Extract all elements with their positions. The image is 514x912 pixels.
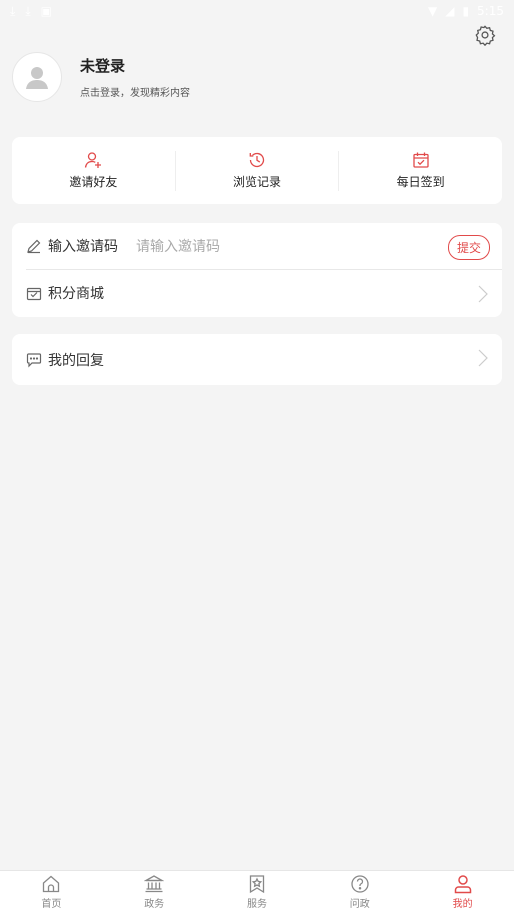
- login-hint: 点击登录，发现精彩内容: [80, 88, 190, 99]
- invite-code-label: 输入邀请码: [48, 239, 118, 255]
- browse-history-button[interactable]: 浏览记录: [174, 150, 339, 191]
- chat-bubble-icon: [26, 352, 42, 368]
- my-replies-label: 我的回复: [48, 352, 104, 369]
- tab-services-label: 服务: [246, 898, 267, 910]
- tab-government[interactable]: 政务: [103, 871, 206, 912]
- tab-mine-label: 我的: [452, 898, 473, 910]
- daily-checkin-button[interactable]: 每日签到: [338, 150, 502, 191]
- download-icon: ⤓: [25, 3, 31, 18]
- invite-points-card: 输入邀请码 请输入邀请码 提交 积分商城: [12, 223, 502, 317]
- submit-invite-code-button[interactable]: 提交: [447, 235, 490, 260]
- invite-friends-button[interactable]: 邀请好友: [12, 151, 175, 191]
- default-avatar-icon: [26, 67, 48, 89]
- shopping-bag-icon: [26, 285, 42, 301]
- home-icon: [43, 875, 60, 892]
- invite-code-row: 输入邀请码 请输入邀请码 提交: [12, 223, 502, 269]
- tab-government-label: 政务: [144, 898, 165, 910]
- replies-card: 我的回复: [12, 334, 502, 385]
- signal-icon: ◢: [445, 4, 455, 18]
- tab-home[interactable]: 首页: [0, 871, 103, 912]
- daily-checkin-label: 每日签到: [396, 175, 445, 189]
- profile-header[interactable]: 未登录 点击登录，发现精彩内容: [12, 52, 190, 102]
- battery-icon: ▮: [462, 4, 470, 18]
- invite-code-input[interactable]: 请输入邀请码: [136, 236, 220, 256]
- pencil-icon: [26, 238, 42, 254]
- login-status: 未登录: [80, 57, 126, 75]
- status-bar: ⤓ ⤓ ▣ ▼ ◢ ▮ 5:15: [0, 0, 514, 22]
- avatar[interactable]: [12, 52, 62, 102]
- download-icon: ⤓: [10, 3, 16, 18]
- bookmark-star-icon: [249, 874, 265, 893]
- question-circle-icon: [351, 874, 369, 893]
- bottom-tab-bar: 首页 政务 服务 问政 我的: [0, 870, 514, 912]
- settings-gear-icon[interactable]: [474, 24, 496, 47]
- tab-home-label: 首页: [41, 898, 62, 910]
- quick-actions-card: 邀请好友 浏览记录 每日签到: [12, 137, 502, 204]
- add-user-icon: [85, 152, 102, 168]
- chevron-right-icon: [478, 349, 488, 371]
- history-clock-icon: [249, 152, 265, 168]
- status-time: 5:15: [477, 4, 504, 18]
- app-notification-icon: ▣: [40, 3, 52, 18]
- tab-inquiry[interactable]: 问政: [308, 871, 411, 912]
- my-replies-row[interactable]: 我的回复: [12, 334, 502, 385]
- browse-history-label: 浏览记录: [233, 175, 282, 189]
- user-icon: [454, 874, 471, 893]
- chevron-right-icon: [478, 285, 488, 307]
- wifi-icon: ▼: [427, 4, 438, 18]
- tab-services[interactable]: 服务: [206, 871, 309, 912]
- points-mall-label: 积分商城: [48, 286, 104, 302]
- tab-inquiry-label: 问政: [349, 898, 370, 910]
- points-mall-row[interactable]: 积分商城: [12, 270, 502, 316]
- invite-friends-label: 邀请好友: [69, 175, 118, 189]
- tab-mine[interactable]: 我的: [411, 871, 514, 912]
- calendar-check-icon: [413, 152, 429, 168]
- government-building-icon: [144, 874, 165, 892]
